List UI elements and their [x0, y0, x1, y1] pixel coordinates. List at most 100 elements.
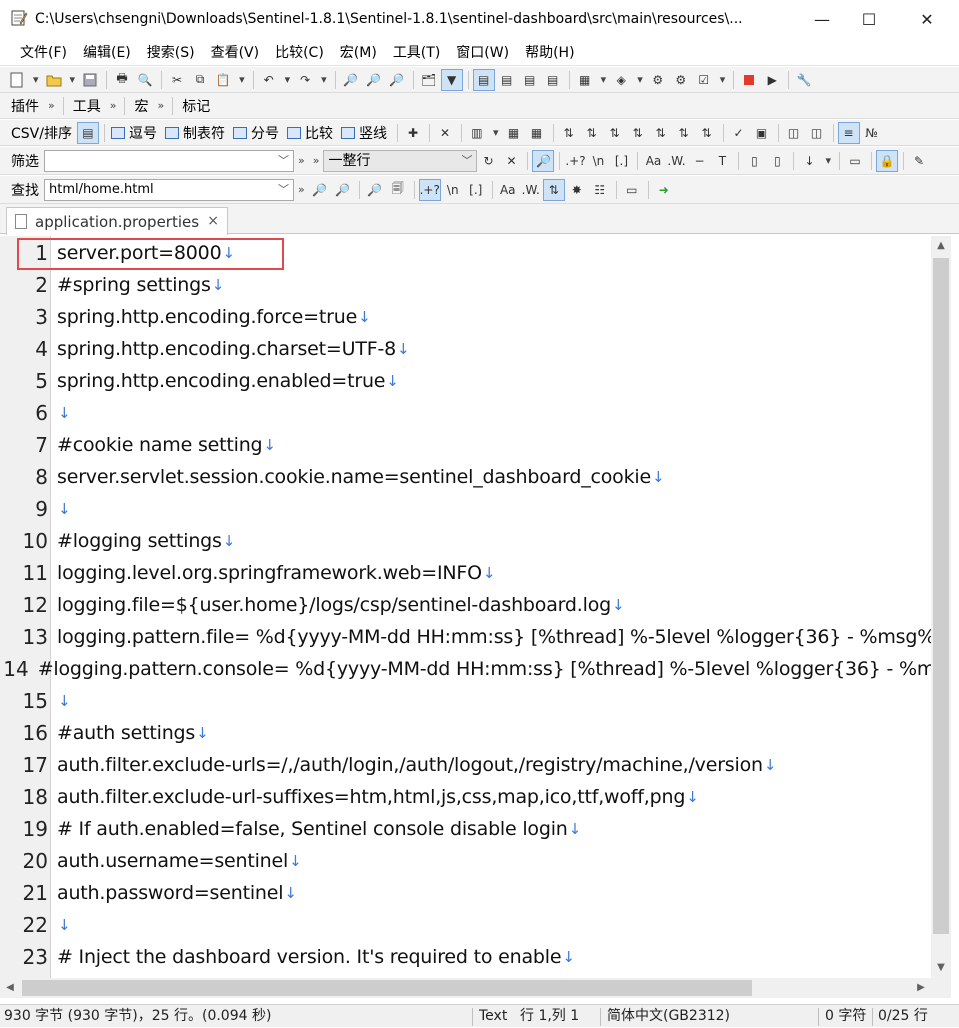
editor-line[interactable]: 12 logging.file=${user.home}/logs/csp/sen… [0, 589, 931, 621]
line-text[interactable]: logging.level.org.springframework.web=IN… [57, 562, 482, 584]
line-numbers-icon[interactable]: № [861, 122, 883, 144]
editor-line[interactable]: 13 logging.pattern.file= %d{yyyy-MM-dd HH… [0, 621, 931, 653]
text-editor[interactable]: 1 server.port=8000 ↓ 2 #spring settings ↓ 3 spr… [0, 236, 931, 978]
refresh-filter-icon[interactable]: ↻ [477, 150, 499, 172]
line-text[interactable]: server.port=8000 [57, 242, 222, 264]
column-icon[interactable]: ▥ [466, 122, 488, 144]
menu-macro[interactable]: 宏(M) [332, 40, 385, 66]
editor-line[interactable]: 11 logging.level.org.springframework.web=… [0, 557, 931, 589]
line-text[interactable]: auth.filter.exclude-url-suffixes=htm,htm… [57, 786, 685, 808]
show-filter-icon[interactable]: ▤ [496, 69, 518, 91]
paste-dropdown-icon[interactable]: ▾ [235, 73, 249, 86]
show-panel-icon[interactable]: ▤ [542, 69, 564, 91]
csv-mode-icon[interactable]: ▤ [76, 121, 99, 144]
editor-line[interactable]: 1 server.port=8000 ↓ [0, 237, 931, 269]
customize-icon[interactable]: 🔧 [793, 69, 815, 91]
csv-compare-button[interactable]: 比较 [285, 123, 339, 143]
line-text[interactable]: spring.http.encoding.charset=UTF-8 [57, 338, 396, 360]
editor-line[interactable]: 8 server.servlet.session.cookie.name=sent… [0, 461, 931, 493]
find-prev-icon[interactable]: 🔎 [386, 69, 408, 91]
print-preview-icon[interactable]: 🔍 [134, 69, 156, 91]
find-regex-icon[interactable]: .+? [418, 178, 441, 201]
status-encoding[interactable]: 简体中文(GB2312) [607, 1005, 730, 1028]
find-next-icon[interactable]: 🔎 [363, 69, 385, 91]
redo-icon[interactable]: ↷ [294, 69, 316, 91]
find-case-icon[interactable]: Aa [497, 179, 519, 201]
csv-semicolon-button[interactable]: 分号 [231, 123, 285, 143]
vertical-scroll-thumb[interactable] [933, 258, 949, 934]
filter-doc-a-icon[interactable]: ▯ [743, 150, 765, 172]
output-icon[interactable]: ▦ [574, 69, 596, 91]
line-text[interactable]: # Inject the dashboard version. It's req… [57, 946, 562, 968]
find-word-icon[interactable]: .W. [520, 179, 542, 201]
sort-len-desc-icon[interactable]: ⇅ [673, 122, 695, 144]
csv-tab-button[interactable]: 制表符 [163, 123, 231, 143]
editor-line[interactable]: 22 ↓ [0, 909, 931, 941]
filter-icon[interactable]: ▼ [440, 68, 463, 91]
editor-line[interactable]: 18 auth.filter.exclude-url-suffixes=htm,h… [0, 781, 931, 813]
find-newline-icon[interactable]: \n [442, 179, 464, 201]
line-text[interactable]: auth.username=sentinel [57, 850, 288, 872]
filter-lock-icon[interactable]: 🔒 [876, 149, 898, 172]
horizontal-scroll-thumb[interactable] [22, 980, 752, 996]
find-mark-icon[interactable]: ☷ [589, 179, 611, 201]
editor-line[interactable]: 6 ↓ [0, 397, 931, 429]
tool-a-icon[interactable]: ⚙ [647, 69, 669, 91]
line-text[interactable]: auth.password=sentinel [57, 882, 284, 904]
find-brackets-icon[interactable]: [.] [465, 179, 487, 201]
editor-line[interactable]: 21 auth.password=sentinel ↓ [0, 877, 931, 909]
editor-line[interactable]: 19 # If auth.enabled=false, Sentinel cons… [0, 813, 931, 845]
filter-down-dropdown-icon[interactable]: ▾ [821, 154, 835, 167]
filter-chevron-icon[interactable]: » [294, 154, 309, 167]
find-input[interactable]: html/home.html ﹀ [44, 178, 294, 201]
undo-dropdown-icon[interactable]: ▾ [281, 73, 295, 86]
clear-filter-icon[interactable]: ✕ [500, 150, 522, 172]
spell-check-icon[interactable]: ✓ [728, 122, 750, 144]
checkbox-icon[interactable]: ☑ [693, 69, 715, 91]
sort-desc-icon[interactable]: ⇅ [581, 122, 603, 144]
filter-word-icon[interactable]: .W. [665, 150, 687, 172]
line-text[interactable]: auth.filter.exclude-urls=/,/auth/login,/… [57, 754, 763, 776]
tools-chevron-icon[interactable]: » [106, 99, 121, 112]
filter-clear-format-icon[interactable]: T [711, 150, 733, 172]
paste-icon[interactable]: 📋 [212, 69, 234, 91]
find-in-files-icon[interactable]: 🗂 [418, 69, 440, 91]
open-dropdown-icon[interactable]: ▾ [66, 73, 80, 86]
scroll-left-icon[interactable]: ◀ [0, 978, 20, 998]
editor-line[interactable]: 16 #auth settings ↓ [0, 717, 931, 749]
scroll-down-icon[interactable]: ▼ [931, 958, 951, 978]
editor-line[interactable]: 7 #cookie name setting ↓ [0, 429, 931, 461]
filter-doc-b-icon[interactable]: ▯ [766, 150, 788, 172]
tab-close-icon[interactable]: × [207, 213, 219, 229]
menu-search[interactable]: 搜索(S) [139, 40, 203, 66]
maximize-button[interactable]: ☐ [846, 0, 892, 38]
scroll-up-icon[interactable]: ▲ [931, 236, 951, 256]
check-dropdown-icon[interactable]: ▾ [716, 73, 730, 86]
copy-icon[interactable]: ⧉ [189, 69, 211, 91]
line-text[interactable]: #cookie name setting [57, 434, 263, 456]
filter-mode-select[interactable]: 一整行 ﹀ [323, 149, 478, 172]
print-icon[interactable]: 🖶 [111, 69, 133, 91]
plugins-chevron-icon[interactable]: » [44, 99, 59, 112]
menu-help[interactable]: 帮助(H) [517, 40, 582, 66]
find-panel-icon[interactable]: ▭ [621, 179, 643, 201]
browser-dropdown-icon[interactable]: ▾ [633, 73, 647, 86]
filter-pin-icon[interactable]: ✎ [908, 150, 930, 172]
macro-chevron-icon[interactable]: » [153, 99, 168, 112]
sort-num-desc-icon[interactable]: ⇅ [627, 122, 649, 144]
line-text[interactable]: #spring settings [57, 274, 211, 296]
editor-line[interactable]: 9 ↓ [0, 493, 931, 525]
sort-asc-icon[interactable]: ⇅ [558, 122, 580, 144]
line-text[interactable]: # If auth.enabled=false, Sentinel consol… [57, 818, 568, 840]
filter-input[interactable]: ﹀ [44, 149, 294, 172]
line-text[interactable]: logging.file=${user.home}/logs/csp/senti… [57, 594, 611, 616]
csv-comma-button[interactable]: 逗号 [109, 123, 163, 143]
sort-len-asc-icon[interactable]: ⇅ [650, 122, 672, 144]
find-next-btn-icon[interactable]: 🔎 [309, 179, 331, 201]
cut-icon[interactable]: ✂ [166, 69, 188, 91]
status-position[interactable]: 行 1,列 1 [520, 1005, 579, 1028]
editor-line[interactable]: 17 auth.filter.exclude-urls=/,/auth/login… [0, 749, 931, 781]
indent-guide-icon[interactable]: ≡ [837, 121, 860, 144]
save-icon[interactable] [79, 69, 101, 91]
undo-icon[interactable]: ↶ [258, 69, 280, 91]
